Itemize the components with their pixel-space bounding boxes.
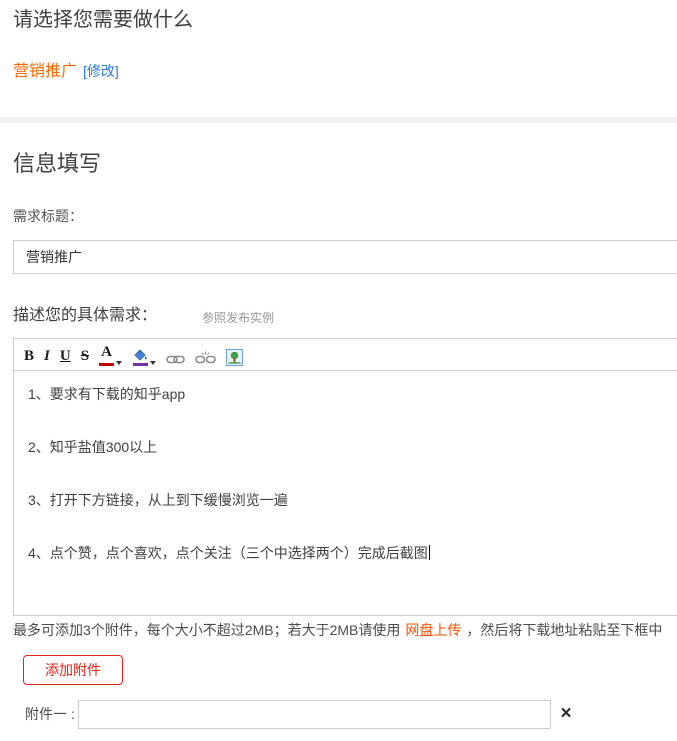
editor-line: 3、打开下方链接，从上到下缓慢浏览一遍	[28, 490, 677, 510]
section-title: 信息填写	[13, 148, 101, 180]
section-divider	[0, 117, 677, 123]
bold-icon[interactable]: B	[24, 344, 34, 366]
selected-category-row: 营销推广 [修改]	[13, 60, 119, 83]
attachment-one-input[interactable]	[78, 700, 551, 729]
editor-line: 4、点个赞，点个喜欢，点个关注（三个中选择两个）完成后截图	[28, 543, 677, 563]
task-title-label: 需求标题：	[13, 206, 83, 226]
task-title-input[interactable]	[13, 240, 677, 274]
selected-category-label: 营销推广	[13, 63, 77, 80]
underline-icon[interactable]: U	[60, 344, 71, 366]
description-label: 描述您的具体需求：	[13, 304, 157, 328]
netdisk-upload-link[interactable]: 网盘上传	[405, 622, 461, 638]
modify-category-link[interactable]: [修改]	[83, 63, 119, 79]
strikethrough-icon[interactable]: S	[81, 344, 89, 366]
font-color-icon[interactable]: A	[99, 344, 122, 366]
italic-icon[interactable]: I	[44, 344, 50, 366]
attachment-note: 最多可添加3个附件，每个大小不超过2MB；若大于2MB请使用网盘上传，然后将下载…	[13, 621, 662, 639]
publish-example-link[interactable]: 参照发布实例	[202, 309, 274, 327]
paint-bucket-glyph	[132, 348, 148, 362]
insert-image-icon[interactable]	[226, 344, 243, 366]
publish-task-page: 请选择您需要做什么 营销推广[修改] 信息填写 需求标题： 描述您的具体需求： …	[0, 0, 677, 741]
font-color-swatch	[99, 363, 114, 366]
text-cursor	[429, 545, 430, 560]
dropdown-arrow	[116, 361, 122, 365]
background-color-swatch	[133, 363, 148, 366]
dropdown-arrow	[150, 361, 156, 365]
editor-line: 1、要求有下载的知乎app	[28, 384, 677, 404]
remove-link-icon[interactable]	[195, 344, 216, 366]
description-editor[interactable]: 1、要求有下载的知乎app 2、知乎盐值300以上 3、打开下方链接，从上到下缓…	[13, 371, 677, 616]
add-attachment-button[interactable]: 添加附件	[23, 655, 123, 685]
background-color-icon[interactable]	[132, 344, 156, 366]
editor-line: 2、知乎盐值300以上	[28, 437, 677, 457]
insert-link-icon[interactable]	[166, 344, 185, 366]
remove-attachment-icon[interactable]: ×	[556, 702, 576, 726]
editor-toolbar: B I U S A	[13, 338, 677, 371]
attachment-one-label: 附件一 :	[25, 704, 75, 724]
page-title: 请选择您需要做什么	[13, 6, 193, 34]
